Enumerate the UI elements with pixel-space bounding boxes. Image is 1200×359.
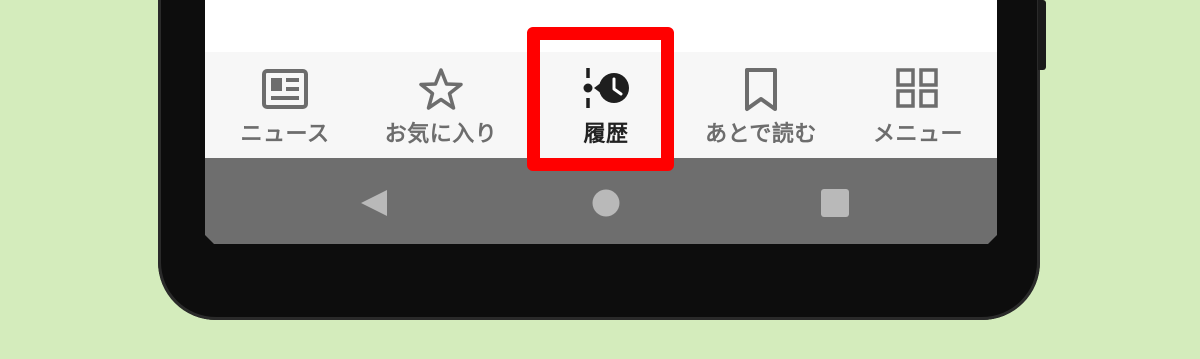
star-icon [416, 66, 466, 112]
grid-menu-icon [893, 66, 943, 112]
nav-recents-button[interactable] [820, 188, 850, 218]
nav-back-button[interactable] [359, 188, 389, 218]
tab-favorites-label: お気に入り [384, 122, 498, 147]
recents-square-icon [821, 189, 849, 217]
tab-menu-label: メニュー [872, 122, 963, 147]
newspaper-icon [260, 66, 310, 112]
nav-home-button[interactable] [591, 188, 621, 218]
tab-news-label: ニュース [240, 122, 330, 147]
tab-news[interactable]: ニュース [205, 52, 365, 158]
history-tab-highlight-box [527, 27, 674, 171]
bookmark-icon [736, 66, 786, 112]
tab-read-later-label: あとで読む [705, 122, 817, 147]
tab-read-later[interactable]: あとで読む [681, 52, 841, 158]
home-circle-icon [592, 189, 620, 217]
tab-favorites[interactable]: お気に入り [361, 52, 521, 158]
phone-side-button [1038, 0, 1046, 70]
back-triangle-icon [361, 190, 387, 216]
tab-menu[interactable]: メニュー [838, 52, 997, 158]
